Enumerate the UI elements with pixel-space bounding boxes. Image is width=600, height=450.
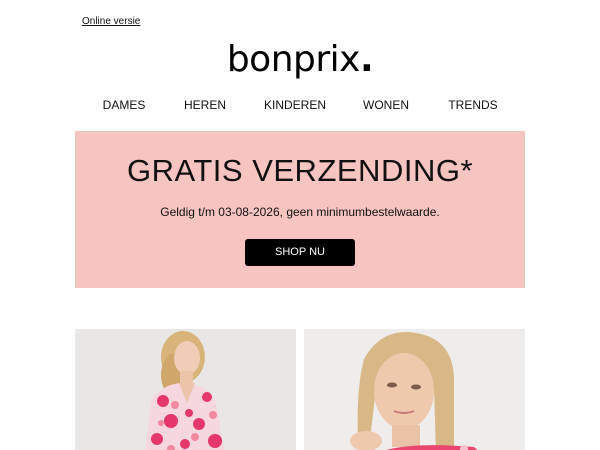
shop-now-button[interactable]: SHOP NU: [245, 239, 355, 266]
logo-dot: .: [359, 39, 374, 80]
nav-item-wonen[interactable]: WONEN: [363, 98, 409, 112]
main-nav: DAMES HEREN KINDEREN WONEN TRENDS: [75, 98, 525, 116]
nav-item-kinderen[interactable]: KINDEREN: [264, 98, 326, 112]
woman-blonde-portrait-photo: [304, 329, 525, 450]
banner-title: GRATIS VERZENDING*: [126, 153, 474, 188]
product-image-floral-dress[interactable]: [75, 329, 296, 450]
free-shipping-banner[interactable]: GRATIS VERZENDING* Geldig t/m 03-08-2026…: [75, 131, 525, 288]
bonprix-logo[interactable]: bonprix.: [0, 38, 600, 82]
nav-item-trends[interactable]: TRENDS: [448, 98, 497, 112]
nav-item-dames[interactable]: DAMES: [103, 98, 146, 112]
logo-text: bonprix: [226, 39, 361, 80]
banner-subtitle: Geldig t/m 03-08-2026, geen minimumbeste…: [160, 205, 440, 219]
nav-item-heren[interactable]: HEREN: [184, 98, 226, 112]
product-image-portrait[interactable]: [304, 329, 525, 450]
woman-pink-floral-dress-photo: [75, 329, 296, 450]
online-version-link[interactable]: Online versie: [82, 16, 140, 27]
